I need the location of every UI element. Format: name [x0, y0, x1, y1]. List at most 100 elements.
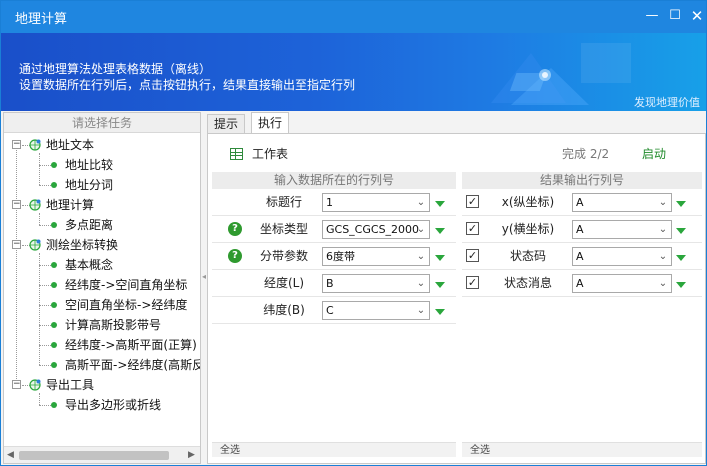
- tree-expander-icon[interactable]: −: [12, 140, 21, 149]
- output-column-select[interactable]: A ⌄: [572, 220, 672, 239]
- output-column-select[interactable]: A ⌄: [572, 247, 672, 266]
- chevron-down-icon[interactable]: ⌄: [415, 275, 427, 292]
- worksheet-label: 工作表: [252, 147, 289, 161]
- splitter-grip-icon[interactable]: ◂: [202, 272, 206, 281]
- close-icon[interactable]: ✕: [686, 5, 707, 27]
- tree-connector: [39, 405, 51, 406]
- input-column-select[interactable]: C ⌄: [322, 301, 430, 320]
- banner: 通过地理算法处理表格数据（离线） 设置数据所在行列后，点击按钮执行，结果直接输出…: [1, 33, 706, 111]
- dropdown-arrow-icon[interactable]: [435, 201, 445, 207]
- input-column-select[interactable]: GCS_CGCS_2000 ⌄: [322, 220, 430, 239]
- tree-expander-icon[interactable]: −: [12, 240, 21, 249]
- tree-group-5[interactable]: 测绘坐标转换: [46, 235, 118, 255]
- task-bullet-icon: [51, 222, 57, 228]
- task-bullet-icon: [51, 322, 57, 328]
- tree-item-2[interactable]: 地址分词: [65, 175, 113, 195]
- input-panel-header: 输入数据所在的行列号: [212, 172, 456, 189]
- output-checkbox[interactable]: ✓: [466, 222, 479, 235]
- tree-group-0[interactable]: 地址文本: [46, 135, 94, 155]
- tree-group-12[interactable]: 导出工具: [46, 375, 94, 395]
- task-pane-header: 请选择任务: [4, 113, 200, 133]
- input-column-select[interactable]: B ⌄: [322, 274, 430, 293]
- output-checkbox[interactable]: ✓: [466, 195, 479, 208]
- maximize-icon[interactable]: ☐: [664, 5, 686, 27]
- chevron-down-icon[interactable]: ⌄: [657, 248, 669, 265]
- tab-strip: 提示 执行: [207, 112, 706, 134]
- tree-item-4[interactable]: 多点距离: [65, 215, 113, 235]
- dropdown-arrow-icon[interactable]: [435, 282, 445, 288]
- dropdown-arrow-icon[interactable]: [435, 228, 445, 234]
- help-icon[interactable]: ?: [228, 222, 242, 236]
- input-select-all[interactable]: 全选: [212, 442, 456, 457]
- app-window: 地理计算 — ☐ ✕ 通过地理算法处理表格数据（离线） 设置数据所在行列后，点击…: [0, 0, 707, 466]
- chevron-down-icon[interactable]: ⌄: [415, 194, 427, 211]
- input-row-label: 分带参数: [259, 249, 308, 263]
- scroll-right-icon[interactable]: ▶: [188, 450, 195, 460]
- minimize-icon[interactable]: —: [641, 5, 663, 27]
- tree-group-3[interactable]: 地理计算: [46, 195, 94, 215]
- tree-item-8[interactable]: 空间直角坐标->经纬度: [65, 295, 187, 315]
- tree-child-connector: [39, 213, 40, 225]
- input-row-label: 标题行: [265, 195, 302, 209]
- scrollbar-thumb[interactable]: [19, 451, 169, 460]
- dropdown-arrow-icon[interactable]: [676, 255, 686, 261]
- select-value: B: [326, 277, 334, 290]
- select-value: C: [326, 304, 334, 317]
- chevron-down-icon[interactable]: ⌄: [415, 302, 427, 319]
- task-tree: − 地址文本 地址比较 地址分词 − 地理计算 多点距离 − 测绘坐标转换 基本概念 经纬度->空间…: [4, 135, 200, 445]
- chevron-down-icon[interactable]: ⌄: [657, 194, 669, 211]
- task-bullet-icon: [51, 262, 57, 268]
- select-value: A: [576, 223, 584, 236]
- title-bar[interactable]: 地理计算 — ☐ ✕: [1, 1, 706, 33]
- dropdown-arrow-icon[interactable]: [676, 228, 686, 234]
- chevron-down-icon[interactable]: ⌄: [415, 221, 427, 238]
- input-column-select[interactable]: 1 ⌄: [322, 193, 430, 212]
- output-row-label: 状态消息: [503, 276, 552, 290]
- output-row-label: 状态码: [509, 249, 546, 263]
- folder-globe-icon: [29, 199, 41, 211]
- tree-root-connector: [16, 145, 17, 385]
- tree-item-7[interactable]: 经纬度->空间直角坐标: [65, 275, 187, 295]
- output-checkbox[interactable]: ✓: [466, 276, 479, 289]
- tab-hint[interactable]: 提示: [207, 114, 246, 134]
- input-settings-panel: 输入数据所在的行列号 标题行 1 ⌄? 坐标类型 GCS_CGCS_2000 ⌄? 分带参数…: [212, 172, 456, 457]
- task-bullet-icon: [51, 182, 57, 188]
- dropdown-arrow-icon[interactable]: [676, 282, 686, 288]
- tree-child-connector: [39, 393, 40, 405]
- tree-child-connector: [39, 153, 40, 185]
- select-value: A: [576, 250, 584, 263]
- output-checkbox[interactable]: ✓: [466, 249, 479, 262]
- tree-item-11[interactable]: 高斯平面->经纬度(高斯反: [65, 355, 200, 375]
- output-column-select[interactable]: A ⌄: [572, 274, 672, 293]
- tree-expander-icon[interactable]: −: [12, 380, 21, 389]
- task-bullet-icon: [51, 282, 57, 288]
- output-select-all[interactable]: 全选: [462, 442, 702, 457]
- dropdown-arrow-icon[interactable]: [435, 309, 445, 315]
- banner-instruction: 设置数据所在行列后，点击按钮执行，结果直接输出至指定行列: [19, 78, 356, 92]
- window-title: 地理计算: [15, 12, 68, 27]
- table-icon: [230, 148, 243, 160]
- help-icon[interactable]: ?: [228, 249, 242, 263]
- input-row-label: 纬度(B): [263, 303, 305, 317]
- tree-item-9[interactable]: 计算高斯投影带号: [65, 315, 161, 335]
- chevron-down-icon[interactable]: ⌄: [657, 275, 669, 292]
- task-bullet-icon: [51, 302, 57, 308]
- chevron-down-icon[interactable]: ⌄: [657, 221, 669, 238]
- tree-horizontal-scrollbar[interactable]: ◀ ▶: [4, 446, 200, 463]
- input-column-select[interactable]: 6度带 ⌄: [322, 247, 430, 266]
- task-bullet-icon: [51, 342, 57, 348]
- dropdown-arrow-icon[interactable]: [676, 201, 686, 207]
- tree-item-1[interactable]: 地址比较: [65, 155, 113, 175]
- start-button[interactable]: 启动: [642, 145, 666, 163]
- tab-execute[interactable]: 执行: [251, 112, 290, 134]
- tree-expander-icon[interactable]: −: [12, 200, 21, 209]
- tree-item-13[interactable]: 导出多边形或折线: [65, 395, 161, 415]
- dropdown-arrow-icon[interactable]: [435, 255, 445, 261]
- input-row: 标题行 1 ⌄: [212, 189, 456, 216]
- chevron-down-icon[interactable]: ⌄: [415, 248, 427, 265]
- scroll-left-icon[interactable]: ◀: [7, 450, 14, 460]
- output-column-select[interactable]: A ⌄: [572, 193, 672, 212]
- tree-item-10[interactable]: 经纬度->高斯平面(正算): [65, 335, 197, 355]
- tree-item-6[interactable]: 基本概念: [65, 255, 113, 275]
- input-row: ? 分带参数 6度带 ⌄: [212, 243, 456, 270]
